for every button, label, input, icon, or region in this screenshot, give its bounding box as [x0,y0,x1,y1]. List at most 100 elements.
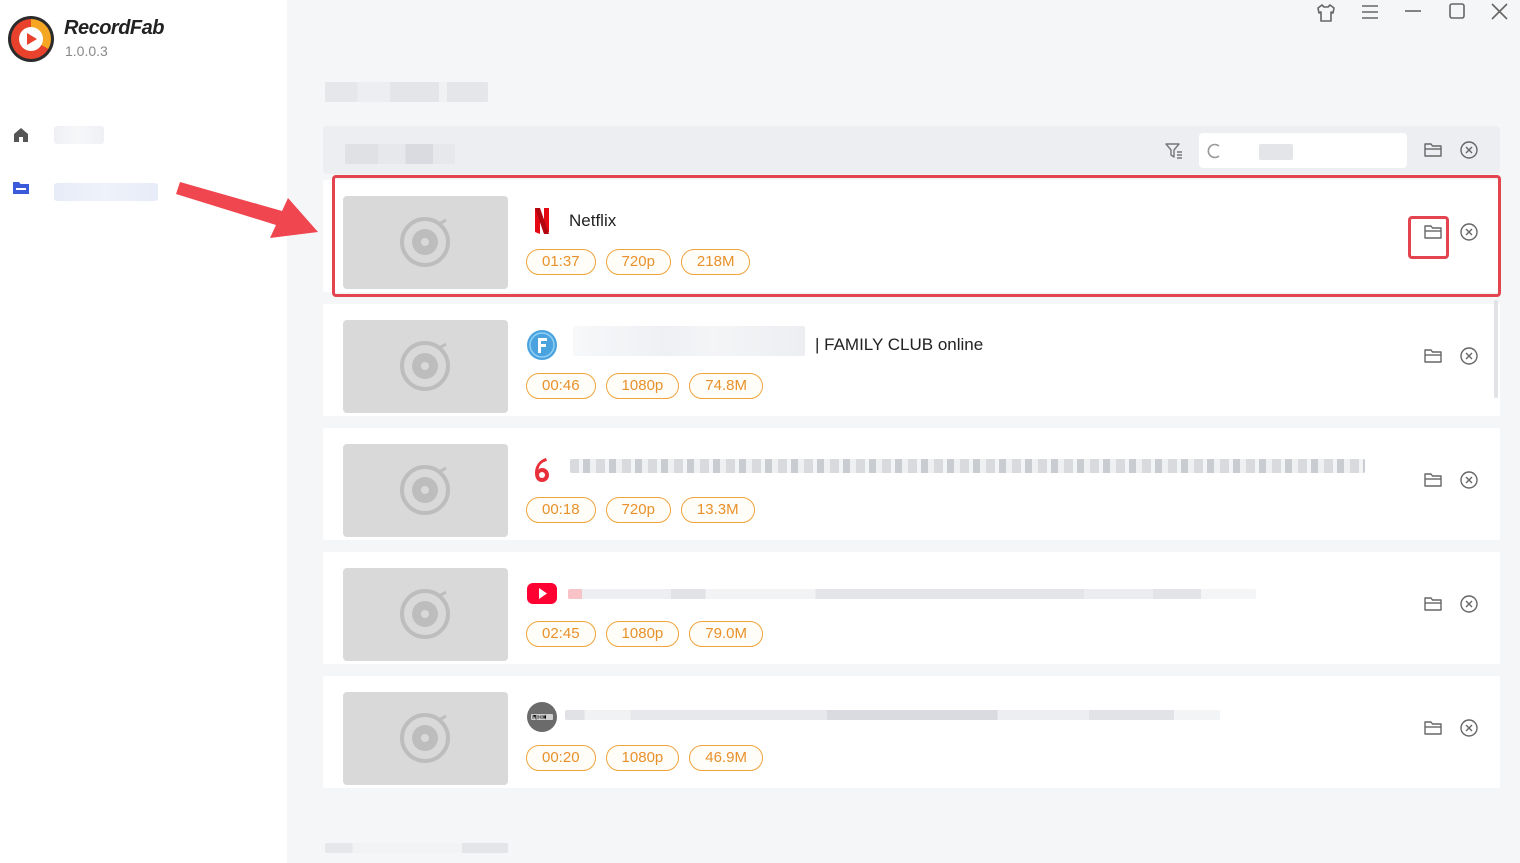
filter-icon [1165,143,1182,159]
duration-tag: 00:46 [526,373,596,399]
minimize-button[interactable] [1401,2,1425,24]
search-placeholder-blur [1259,144,1293,160]
folder-icon [1424,473,1442,487]
duration-tag: 01:37 [526,249,596,275]
recording-row[interactable]: 02:45 1080p 79.0M [323,552,1500,664]
video-placeholder-icon [400,713,450,763]
hamburger-menu-icon [1362,5,1378,19]
open-output-folder-button[interactable] [1423,140,1443,165]
page-title [325,82,488,102]
remove-button[interactable] [1459,222,1479,247]
folder-icon [1424,143,1442,157]
remove-button[interactable] [1459,470,1479,495]
search-icon [1207,143,1220,159]
folder-icon [1424,225,1442,239]
close-window-button[interactable] [1488,2,1512,24]
list-scrollbar[interactable] [1494,300,1498,398]
circle-close-icon [1460,223,1478,241]
sidebar-item-home[interactable] [12,122,172,148]
app-name: RecordFab [64,17,164,39]
recording-title-blur [565,710,1220,720]
netflix-icon [535,208,549,234]
video-thumbnail [343,320,508,413]
open-folder-button[interactable] [1423,222,1443,247]
recording-title: | FAMILY CLUB online [815,335,984,354]
size-tag: 46.9M [689,745,763,771]
app-version: 1.0.0.3 [65,43,108,59]
sidebar-item-recordings[interactable] [12,175,172,201]
folder-icon [1424,597,1442,611]
recording-tags: 00:46 1080p 74.8M [526,373,763,399]
youtube-icon [527,583,557,604]
recording-row[interactable]: | FAMILY CLUB online 00:46 1080p 74.8M [323,304,1500,416]
folder-icon [1424,721,1442,735]
video-placeholder-icon [400,341,450,391]
recording-row[interactable]: 00:18 720p 13.3M [323,428,1500,540]
circle-close-icon [1460,347,1478,365]
folder-icon [13,182,29,194]
video-thumbnail [343,692,508,785]
remove-button[interactable] [1459,718,1479,743]
recording-title-blur [573,326,805,356]
duration-tag: 00:20 [526,745,596,771]
circle-close-icon [1460,719,1478,737]
size-tag: 74.8M [689,373,763,399]
video-thumbnail [343,444,508,537]
footer-label [325,843,508,853]
circle-close-icon [1460,141,1478,159]
filter-button[interactable] [1163,140,1185,162]
recording-tags: 01:37 720p 218M [526,249,751,275]
video-placeholder-icon [400,589,450,639]
minimize-icon [1405,10,1421,12]
maximize-icon [1449,3,1465,19]
nhk-icon [527,702,557,732]
duration-tag: 00:18 [526,497,596,523]
size-tag: 79.0M [689,621,763,647]
duration-tag: 02:45 [526,621,596,647]
toolbar [323,126,1500,174]
recording-tags: 02:45 1080p 79.0M [526,621,763,647]
resolution-tag: 720p [605,249,671,275]
clear-all-button[interactable] [1459,140,1479,165]
search-field[interactable] [1199,133,1407,168]
sidebar: RecordFab 1.0.0.3 [0,0,318,863]
theme-shirt-button[interactable] [1314,2,1338,24]
circle-close-icon [1460,471,1478,489]
recording-title: Netflix [569,211,617,230]
recording-tags: 00:18 720p 13.3M [526,497,755,523]
recording-tags: 00:20 1080p 46.9M [526,745,763,771]
open-folder-button[interactable] [1423,594,1443,619]
maximize-button[interactable] [1445,2,1469,24]
search-input[interactable] [1229,141,1399,161]
family-club-icon [527,330,557,360]
resolution-tag: 720p [605,497,671,523]
size-tag: 218M [680,249,751,275]
video-thumbnail [343,196,508,289]
recordfab-logo-icon [8,16,54,62]
open-folder-button[interactable] [1423,718,1443,743]
remove-button[interactable] [1459,594,1479,619]
annotation-arrow [176,182,318,238]
close-icon [1491,3,1508,20]
size-tag: 13.3M [680,497,755,523]
video-placeholder-icon [400,217,450,267]
channel-6-icon [535,458,549,482]
menu-button[interactable] [1358,2,1382,24]
open-folder-button[interactable] [1423,470,1443,495]
resolution-tag: 1080p [605,373,680,399]
open-folder-button[interactable] [1423,346,1443,371]
resolution-tag: 1080p [605,745,680,771]
video-thumbnail [343,568,508,661]
remove-button[interactable] [1459,346,1479,371]
recording-title-blur [570,459,1365,473]
shirt-icon [1317,4,1335,22]
circle-close-icon [1460,595,1478,613]
sidebar-item-recordings-label [54,183,158,201]
recording-row[interactable]: 00:20 1080p 46.9M [323,676,1500,788]
home-icon [14,128,28,142]
recording-title-blur [568,589,1256,599]
list-header-label [345,144,455,164]
recording-row[interactable]: Netflix 01:37 720p 218M [323,180,1500,292]
video-placeholder-icon [400,465,450,515]
resolution-tag: 1080p [605,621,680,647]
